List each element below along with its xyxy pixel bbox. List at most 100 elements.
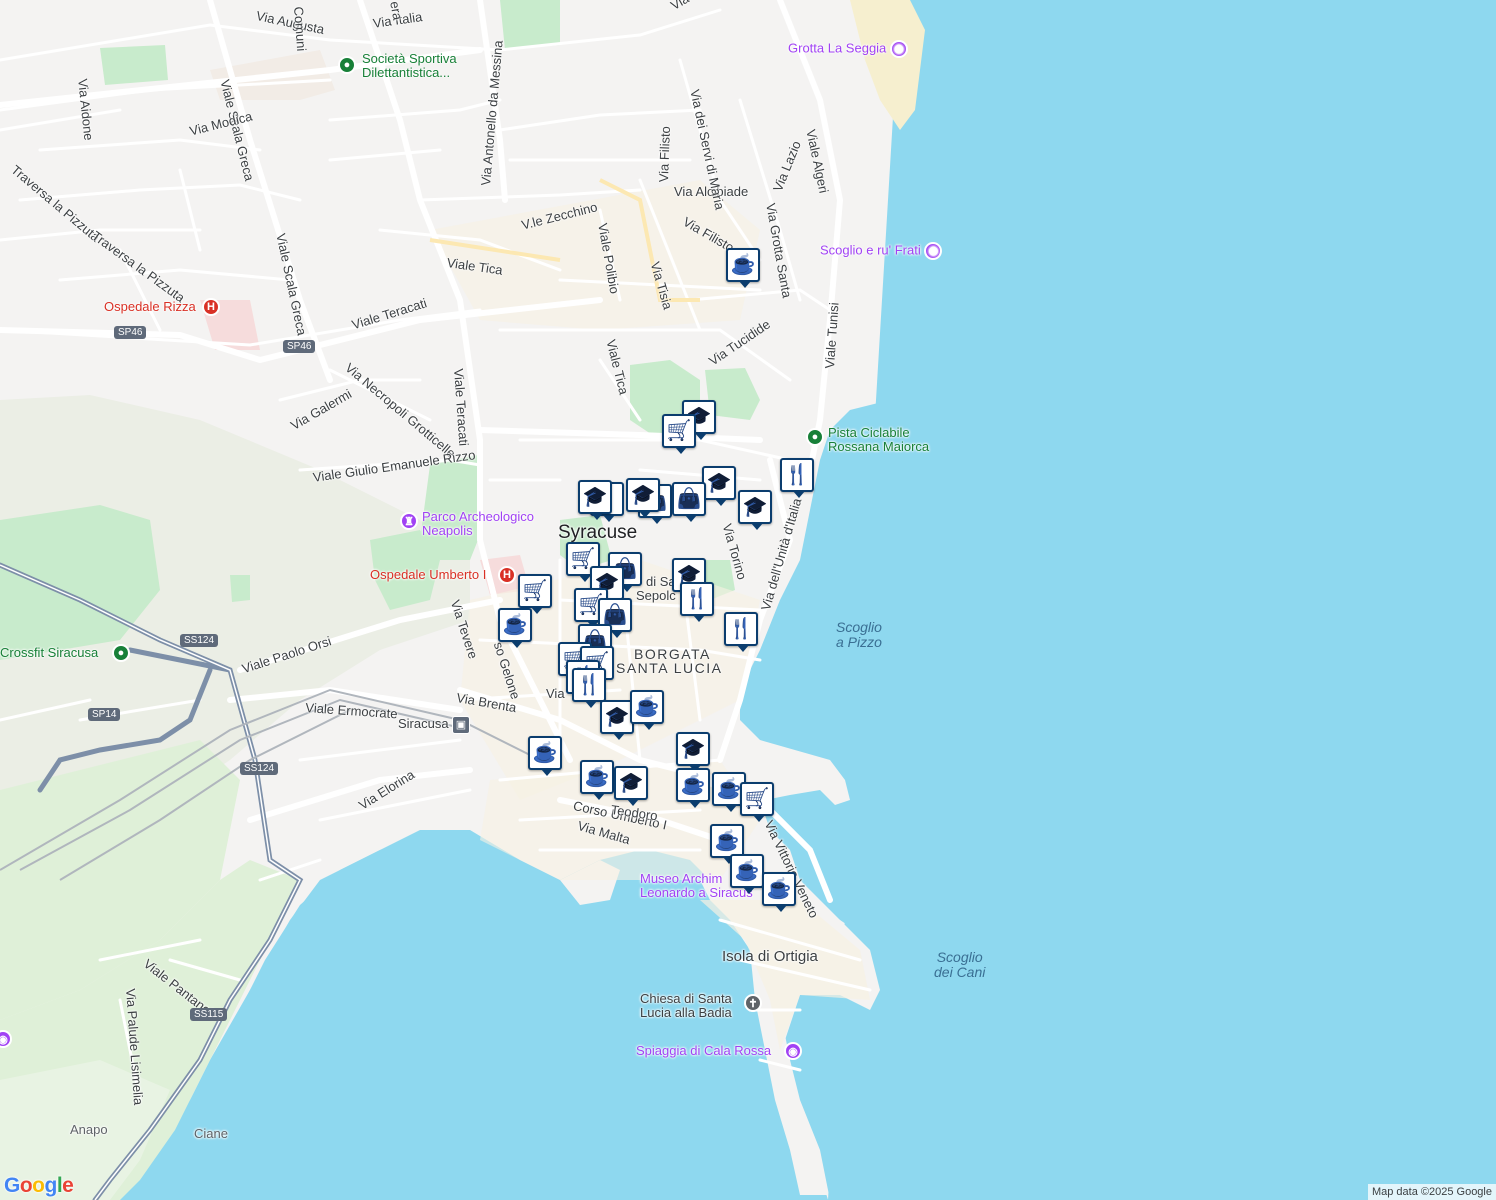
poi-label: Chiesa di Santa Lucia alla Badia <box>640 992 732 1020</box>
coffee-cup-icon: ☕ <box>502 614 528 636</box>
graduation-cap-icon: 🎓 <box>630 484 656 506</box>
sp14-shield: SP14 <box>88 708 121 721</box>
coffee-cup-icon: ☕ <box>532 742 558 764</box>
place-label-anapo: Anapo <box>70 1122 108 1137</box>
poi-label-line: Museo Archim <box>640 871 723 886</box>
poi-label: Crossfit Siracusa <box>0 645 99 660</box>
city-label-syracuse: Syracuse <box>558 522 638 543</box>
marker-grocery[interactable]: 🛒 <box>662 414 696 454</box>
fork-knife-icon: 🍴 <box>784 464 810 486</box>
marker-restaurant[interactable]: 🍴 <box>780 458 814 498</box>
water-label-line: a Pizzo <box>836 634 882 650</box>
poi-label-line: Rossana Maiorca <box>828 439 930 454</box>
ss115-shield: SS115 <box>190 1008 228 1021</box>
poi-label: Scoglio e ru' Frati <box>820 242 921 258</box>
poi-label-line: Dilettantistica... <box>362 65 451 80</box>
marker-school[interactable]: 🎓 <box>676 732 710 772</box>
marker-school[interactable]: 🎓 <box>578 480 612 520</box>
marker-school[interactable]: 🎓 <box>738 490 772 530</box>
marker-cafe[interactable]: ☕ <box>498 608 532 648</box>
marker-cafe[interactable]: ☕ <box>630 690 664 730</box>
coffee-cup-icon: ☕ <box>766 878 792 900</box>
shopping-cart-icon: 🛒 <box>666 420 692 442</box>
map-canvas[interactable]: Via Italia Via Augusta Via Antonello da … <box>0 0 1496 1200</box>
district-label-santa-lucia: SANTA LUCIA <box>616 660 723 676</box>
marker-cafe[interactable]: ☕ <box>726 248 760 288</box>
graduation-cap-icon: 🎓 <box>582 486 608 508</box>
poi-label: Società Sportiva Dilettantistica... <box>362 52 457 80</box>
hospital-icon: H <box>498 566 516 584</box>
marker-school[interactable]: 🎓 <box>702 466 736 506</box>
map-attribution[interactable]: Map data ©2025 Google <box>1367 1184 1496 1200</box>
marker-cafe[interactable]: ☕ <box>710 824 744 864</box>
shopping-cart-icon: 🛒 <box>522 580 548 602</box>
road-label-via-filisto: Via Filisto <box>656 125 673 183</box>
poi-label: Grotta La Seggia <box>788 40 887 56</box>
place-label-ciane: Ciane <box>194 1126 228 1141</box>
coffee-cup-icon: ☕ <box>634 696 660 718</box>
shopping-bag-icon: 👜 <box>676 488 702 510</box>
ss124-shield-1: SS124 <box>180 634 219 647</box>
place-label-santo-sepolcro-2: Sepolc <box>636 588 676 603</box>
marker-cafe[interactable]: ☕ <box>762 872 796 912</box>
marker-restaurant[interactable]: 🍴 <box>680 582 714 622</box>
graduation-cap-icon: 🎓 <box>680 738 706 760</box>
fork-knife-icon: 🍴 <box>576 674 602 696</box>
coffee-cup-icon: ☕ <box>584 766 610 788</box>
marker-grocery[interactable]: 🛒 <box>740 782 774 822</box>
water-label-line: Scoglio <box>836 619 882 635</box>
marker-cafe[interactable]: ☕ <box>730 854 764 894</box>
marker-cafe[interactable]: ☕ <box>528 736 562 776</box>
poi-label: Spiaggia di Cala Rossa <box>636 1043 772 1058</box>
poi-scoglio-e-ru-frati[interactable]: Scoglio e ru' Frati ◉ <box>820 242 943 260</box>
island-label-ortigia: Isola di Ortigia <box>722 948 818 965</box>
road-label-via-short: Via <box>546 686 565 701</box>
fork-knife-icon: 🍴 <box>684 588 710 610</box>
coffee-cup-icon: ☕ <box>714 830 740 852</box>
coffee-cup-icon: ☕ <box>730 254 756 276</box>
monument-icon: ♜ <box>400 512 418 530</box>
camera-icon: ◉ <box>889 40 908 58</box>
sport-icon: ● <box>338 56 356 74</box>
marker-school[interactable]: 🎓 <box>626 478 660 518</box>
poi-label: Ospedale Rizza <box>104 299 196 314</box>
train-station-icon[interactable]: ▣ <box>452 716 470 734</box>
shopping-cart-icon: 🛒 <box>744 788 770 810</box>
poi-grotta-la-seggia[interactable]: Grotta La Seggia ◉ <box>788 40 908 58</box>
poi-label: Pista Ciclabile Rossana Maiorca <box>828 426 929 454</box>
marker-shopping[interactable]: 👜 <box>672 482 706 522</box>
ss124-shield-2: SS124 <box>240 762 279 775</box>
marker-restaurant[interactable]: 🍴 <box>572 668 606 708</box>
camera-icon: ◉ <box>784 1042 802 1060</box>
coffee-cup-icon: ☕ <box>680 774 706 796</box>
poi-label-line: Parco Archeologico <box>422 509 535 524</box>
marker-school[interactable]: 🎓 <box>600 700 634 740</box>
water-label-line: Scoglio <box>936 949 983 965</box>
marker-restaurant[interactable]: 🍴 <box>724 612 758 652</box>
poi-label-line: Pista Ciclabile <box>828 425 910 440</box>
marker-cafe[interactable]: ☕ <box>580 760 614 800</box>
fork-knife-icon: 🍴 <box>728 618 754 640</box>
station-label-siracusa: Siracusa <box>398 716 449 731</box>
sport-icon: ● <box>112 644 130 662</box>
poi-label-line: Neapolis <box>422 523 473 538</box>
coffee-cup-icon: ☕ <box>734 860 760 882</box>
road-label-via-comuni: Comuni <box>291 6 310 52</box>
hospital-icon: H <box>202 298 220 316</box>
poi-label: Ospedale Umberto I <box>370 567 487 582</box>
marker-cafe[interactable]: ☕ <box>676 768 710 808</box>
sp46-shield-2: SP46 <box>283 340 316 353</box>
poi-label: Parco Archeologico Neapolis <box>422 510 534 538</box>
water-label-scoglio-a-pizzo: Scoglio a Pizzo <box>836 620 882 650</box>
poi-label-line: Società Sportiva <box>362 51 457 66</box>
sp46-shield-1: SP46 <box>114 326 147 339</box>
church-icon: ✝ <box>744 994 762 1012</box>
graduation-cap-icon: 🎓 <box>604 706 630 728</box>
camera-icon: ◉ <box>924 242 943 260</box>
marker-school[interactable]: 🎓 <box>614 766 648 806</box>
marker-grocery[interactable]: 🛒 <box>518 574 552 614</box>
poi-label-line: Lucia alla Badia <box>640 1005 732 1020</box>
park-icon: ● <box>806 428 824 446</box>
graduation-cap-icon: 🎓 <box>742 496 768 518</box>
water-label-line: dei Cani <box>934 964 986 980</box>
